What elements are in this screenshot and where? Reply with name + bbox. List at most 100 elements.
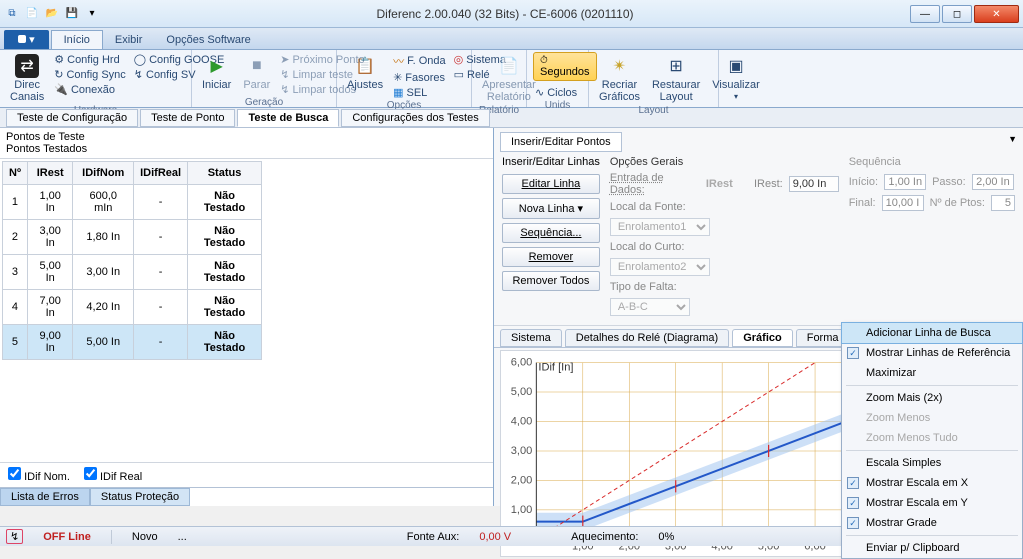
tab-status-protecao[interactable]: Status Proteção [90, 488, 190, 506]
direc-canais-button[interactable]: ⇄Direc Canais [6, 52, 48, 105]
visualizar-button[interactable]: ▣Visualizar▾ [708, 52, 764, 103]
save-icon[interactable]: 💾 [64, 6, 80, 22]
recriar-graficos-button[interactable]: ✴Recriar Gráficos [595, 52, 644, 105]
pontos-teste-label: Pontos de Teste [6, 131, 487, 143]
idifreal-checkbox[interactable]: IDif Real [84, 467, 142, 483]
config-hrd-button[interactable]: ⚙Config Hrd [52, 52, 128, 67]
arrow-right-icon: ➤ [280, 53, 289, 66]
config-sync-button[interactable]: ↻Config Sync [52, 67, 128, 82]
file-button[interactable]: ▾ [4, 30, 49, 49]
group-label-geracao: Geração [198, 97, 330, 109]
ctx-grade[interactable]: ✓Mostrar Grade [842, 513, 1022, 533]
col-status[interactable]: Status [188, 162, 262, 185]
ctx-escala-x[interactable]: ✓Mostrar Escala em X [842, 473, 1022, 493]
tab-teste-configuracao[interactable]: Teste de Configuração [6, 109, 138, 127]
col-irest[interactable]: IRest [27, 162, 72, 185]
tipo-falta-select[interactable]: A-B-C [610, 298, 690, 316]
dots-label: ... [178, 531, 187, 543]
table-row[interactable]: 59,00 In5,00 In-Não Testado [3, 325, 262, 360]
conexao-button[interactable]: 🔌Conexão [52, 82, 128, 97]
panel-dropdown-icon[interactable]: ▼ [1008, 134, 1017, 144]
iniciar-button[interactable]: ▶Iniciar [198, 52, 235, 93]
table-row[interactable]: 11,00 In600,0 mIn-Não Testado [3, 185, 262, 220]
ctab-sistema[interactable]: Sistema [500, 329, 562, 347]
ctx-escala-y[interactable]: ✓Mostrar Escala em Y [842, 493, 1022, 513]
maximize-button[interactable]: ◻ [942, 5, 972, 23]
table-cell: Não Testado [188, 185, 262, 220]
close-button[interactable]: ✕ [974, 5, 1019, 23]
ctx-add-linha-busca[interactable]: Adicionar Linha de Busca [841, 322, 1023, 344]
nova-linha-button[interactable]: Nova Linha ▾ [502, 198, 600, 219]
tab-lista-erros[interactable]: Lista de Erros [0, 488, 90, 506]
tab-config-testes[interactable]: Configurações dos Testes [341, 109, 489, 127]
idifnom-checkbox[interactable]: IDif Nom. [8, 467, 70, 483]
sequencia-button[interactable]: Sequência... [502, 223, 600, 243]
ctx-zoom-mais[interactable]: Zoom Mais (2x) [842, 388, 1022, 408]
table-cell: 5,00 In [27, 255, 72, 290]
table-row[interactable]: 47,00 In4,20 In-Não Testado [3, 290, 262, 325]
restaurar-layout-button[interactable]: ⊞Restaurar Layout [648, 52, 704, 105]
remover-todos-button[interactable]: Remover Todos [502, 271, 600, 291]
local-curto-select[interactable]: Enrolamento2 [610, 258, 710, 276]
svg-text:IDif [In]: IDif [In] [538, 362, 573, 374]
connection-icon[interactable]: ↯ [6, 529, 23, 544]
tab-opcoes-software[interactable]: Opções Software [154, 31, 262, 49]
goose-icon: ◯ [134, 53, 146, 66]
irest-input[interactable] [789, 176, 839, 192]
final-input[interactable] [882, 195, 924, 211]
new-icon[interactable]: 📄 [24, 6, 40, 22]
local-fonte-label: Local da Fonte: [610, 201, 700, 213]
proximo-ponto-button: ➤Próximo Ponto [278, 52, 366, 67]
local-fonte-select[interactable]: Enrolamento1 [610, 218, 710, 236]
table-cell: 3 [3, 255, 28, 290]
remover-button[interactable]: Remover [502, 247, 600, 267]
ctx-mostrar-refs[interactable]: ✓Mostrar Linhas de Referência [842, 343, 1022, 363]
ctx-escala-simples[interactable]: Escala Simples [842, 453, 1022, 473]
fasores-button[interactable]: ✳Fasores [391, 70, 448, 85]
svg-text:4,00: 4,00 [511, 416, 533, 428]
editar-linha-button[interactable]: Editar Linha [502, 174, 600, 194]
table-cell: - [134, 290, 188, 325]
relay-icon: ▭ [454, 68, 464, 81]
phasor-icon: ✳ [393, 71, 402, 84]
ctab-grafico[interactable]: Gráfico [732, 329, 793, 347]
pontos-table[interactable]: Nº IRest IDifNom IDifReal Status 11,00 I… [2, 161, 262, 360]
passo-input[interactable] [972, 174, 1014, 190]
aquecimento-label: Aquecimento: [571, 531, 638, 543]
offline-label: OFF Line [43, 531, 91, 543]
open-icon[interactable]: 📂 [44, 6, 60, 22]
sel-button[interactable]: ▦SEL [391, 85, 448, 100]
col-idifnom[interactable]: IDifNom [73, 162, 134, 185]
tab-teste-ponto[interactable]: Teste de Ponto [140, 109, 235, 127]
table-row[interactable]: 23,00 In1,80 In-Não Testado [3, 220, 262, 255]
fonte-aux-label: Fonte Aux: [407, 531, 460, 543]
col-idifreal[interactable]: IDifReal [134, 162, 188, 185]
apresentar-relatorio-button[interactable]: 📄Apresentar Relatório [478, 52, 540, 105]
inserir-editar-pontos-tab[interactable]: Inserir/Editar Pontos [500, 132, 622, 152]
tab-teste-busca[interactable]: Teste de Busca [237, 109, 339, 127]
col-n[interactable]: Nº [3, 162, 28, 185]
table-cell: Não Testado [188, 220, 262, 255]
tab-exibir[interactable]: Exibir [103, 31, 155, 49]
parar-button[interactable]: ■Parar [239, 52, 274, 93]
ciclos-button[interactable]: ∿Ciclos [533, 85, 597, 100]
title-bar: ⧉ 📄 📂 💾 ▾ Diferenc 2.00.040 (32 Bits) - … [0, 0, 1023, 28]
tipo-falta-label: Tipo de Falta: [610, 281, 700, 293]
tab-inicio[interactable]: Início [51, 30, 103, 49]
ctx-maximizar[interactable]: Maximizar [842, 363, 1022, 383]
nptos-input[interactable] [991, 195, 1015, 211]
ctab-detalhes[interactable]: Detalhes do Relé (Diagrama) [565, 329, 729, 347]
table-cell: 9,00 In [27, 325, 72, 360]
limpar-teste-button: ↯Limpar teste [278, 67, 366, 82]
minimize-button[interactable]: — [910, 5, 940, 23]
table-row[interactable]: 35,00 In3,00 In-Não Testado [3, 255, 262, 290]
dropdown-icon[interactable]: ▾ [84, 6, 100, 22]
ctx-clipboard[interactable]: Enviar p/ Clipboard [842, 538, 1022, 558]
fonda-button[interactable]: 〰F. Onda [391, 52, 448, 70]
svg-text:6,00: 6,00 [511, 357, 533, 369]
segundos-button[interactable]: ⏱ Segundos [533, 52, 597, 81]
aquecimento-value: 0% [658, 531, 674, 543]
inicio-input[interactable] [884, 174, 926, 190]
table-cell: 5,00 In [73, 325, 134, 360]
table-cell: 2 [3, 220, 28, 255]
